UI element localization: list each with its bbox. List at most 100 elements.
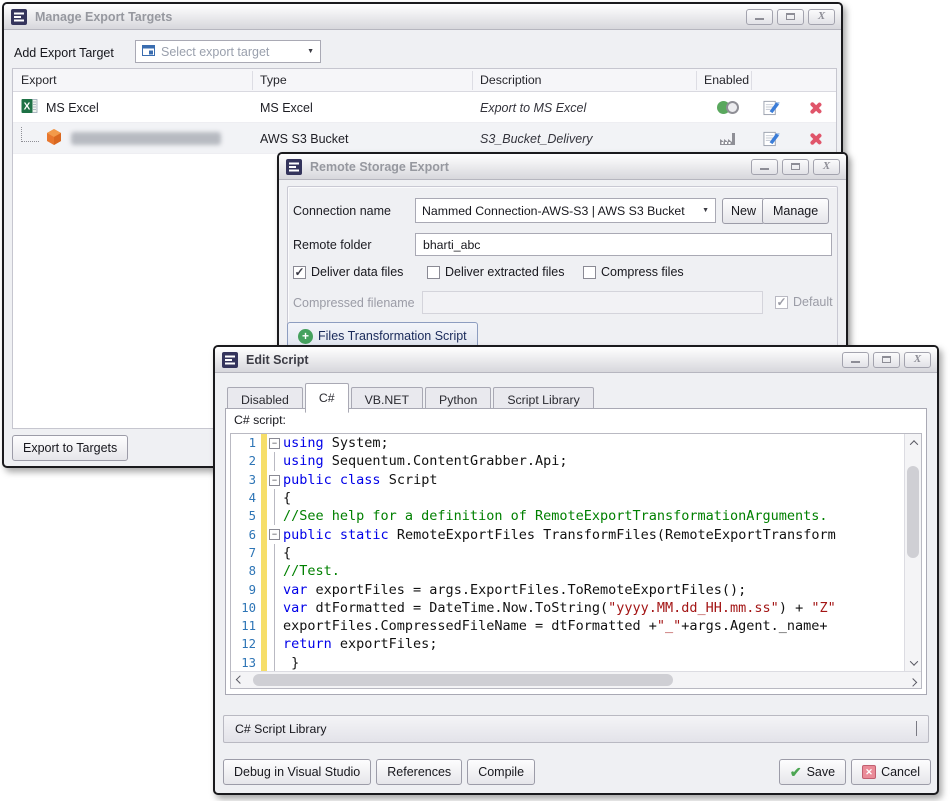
compressed-filename-label: Compressed filename [293,296,415,310]
column-header-type[interactable]: Type [260,73,287,87]
fold-guide-line [274,654,275,671]
column-header-enabled[interactable]: Enabled [704,73,749,87]
export-to-targets-button[interactable]: Export to Targets [12,435,128,461]
checkbox-checked-icon: ✓ [775,296,788,309]
edit-pencil-icon[interactable] [763,92,780,123]
script-library-collapsed-panel[interactable]: C# Script Library [223,715,929,743]
close-icon[interactable]: X [808,9,835,25]
save-button[interactable]: ✔ Save [779,759,846,785]
delete-x-icon[interactable] [808,101,822,115]
target-type: AWS S3 Bucket [260,123,348,154]
app-logo-icon [221,351,239,369]
fold-collapse-icon[interactable]: − [269,475,280,486]
compressed-filename-input [422,291,763,314]
new-connection-button[interactable]: New [722,198,765,224]
connection-name-value: Nammed Connection-AWS-S3 | AWS S3 Bucket [422,204,685,218]
fold-guide-line [274,507,275,525]
fold-guide-line [274,580,275,598]
horizontal-scrollbar-thumb[interactable] [253,674,673,686]
cancel-button[interactable]: ✕ Cancel [851,759,931,785]
scroll-right-icon[interactable] [904,672,921,689]
vertical-scrollbar-thumb[interactable] [907,466,919,558]
column-header-export[interactable]: Export [21,73,57,87]
svg-text:X: X [24,102,31,113]
combobox-placeholder: Select export target [161,45,269,59]
target-description: S3_Bucket_Delivery [480,123,593,154]
fold-guide-line [274,489,275,507]
fold-guide-line [274,544,275,562]
line-number: 3 [231,473,261,487]
window-title: Edit Script [246,353,309,367]
fold-collapse-icon[interactable]: − [269,529,280,540]
code-editor[interactable]: 1−using System;2using Sequentum.ContentG… [230,433,922,689]
minimize-icon[interactable] [746,9,773,25]
fold-collapse-icon[interactable]: − [269,438,280,449]
grid-icon [142,43,155,61]
delete-x-icon[interactable] [808,132,822,146]
line-number: 6 [231,528,261,542]
scroll-down-icon[interactable] [905,654,922,671]
checkbox-compress-files[interactable]: Compress files [583,265,684,279]
line-number: 9 [231,583,261,597]
references-button[interactable]: References [376,759,462,785]
maximize-icon[interactable] [777,9,804,25]
remote-window-titlebar[interactable]: Remote Storage Export X [279,154,846,180]
table-header-row: Export Type Description Enabled [13,69,836,92]
remote-folder-value: bharti_abc [423,238,480,252]
checkbox-deliver-extracted-files[interactable]: Deliver extracted files [427,265,565,279]
code-line: 1−using System; [231,434,904,452]
default-checkbox[interactable]: ✓ Default [775,295,833,309]
line-number: 2 [231,454,261,468]
table-row[interactable]: X MS Excel MS Excel Export to MS Excel [13,92,836,123]
close-icon[interactable]: X [813,159,840,175]
manage-window-titlebar[interactable]: Manage Export Targets X [4,4,841,30]
table-row[interactable]: AWS S3 Bucket S3_Bucket_Delivery [13,123,836,154]
s3-bucket-icon [45,128,63,149]
minimize-icon[interactable] [751,159,778,175]
checkbox-unchecked-icon [427,266,440,279]
code-line: 3−public class Script [231,471,904,489]
toggle-on-icon[interactable] [713,92,743,123]
scroll-left-icon[interactable] [231,672,248,689]
fold-guide-line [274,599,275,617]
window-title: Remote Storage Export [310,160,449,174]
code-line: 5//See help for a definition of RemoteEx… [231,507,904,525]
add-export-target-label: Add Export Target [14,46,114,60]
horizontal-scrollbar[interactable] [231,671,921,688]
select-export-target-combobox[interactable]: Select export target ▼ [135,40,321,63]
target-type: MS Excel [260,92,313,123]
line-number: 5 [231,509,261,523]
remote-folder-input[interactable]: bharti_abc [415,233,832,256]
maximize-icon[interactable] [782,159,809,175]
close-icon[interactable]: X [904,352,931,368]
code-line: 8//Test. [231,562,904,580]
app-logo-icon [10,8,28,26]
code-line: 7{ [231,544,904,562]
tab-c-[interactable]: C# [305,383,349,413]
scroll-up-icon[interactable] [905,434,922,451]
column-header-description[interactable]: Description [480,73,542,87]
vertical-scrollbar[interactable] [904,434,921,671]
fold-guide-line [274,617,275,635]
code-line: 4{ [231,489,904,507]
cancel-x-icon: ✕ [862,765,876,779]
edit-window-titlebar[interactable]: Edit Script X [215,347,937,373]
compile-button[interactable]: Compile [467,759,535,785]
checkbox-unchecked-icon [583,266,596,279]
connection-name-combobox[interactable]: Nammed Connection-AWS-S3 | AWS S3 Bucket… [415,198,716,223]
edit-pencil-icon[interactable] [763,123,780,154]
collapse-caret-icon[interactable] [916,722,917,736]
factory-icon[interactable] [713,123,743,154]
code-line: 13 } [231,654,904,671]
checkbox-deliver-data-files[interactable]: ✓Deliver data files [293,265,403,279]
debug-in-visual-studio-button[interactable]: Debug in Visual Studio [223,759,371,785]
manage-connections-button[interactable]: Manage [762,198,829,224]
target-name: MS Excel [46,101,99,115]
minimize-icon[interactable] [842,352,869,368]
line-number: 7 [231,546,261,560]
target-description: Export to MS Excel [480,92,586,123]
code-line: 12return exportFiles; [231,635,904,653]
app-logo-icon [285,158,303,176]
maximize-icon[interactable] [873,352,900,368]
checkbox-checked-icon: ✓ [293,266,306,279]
